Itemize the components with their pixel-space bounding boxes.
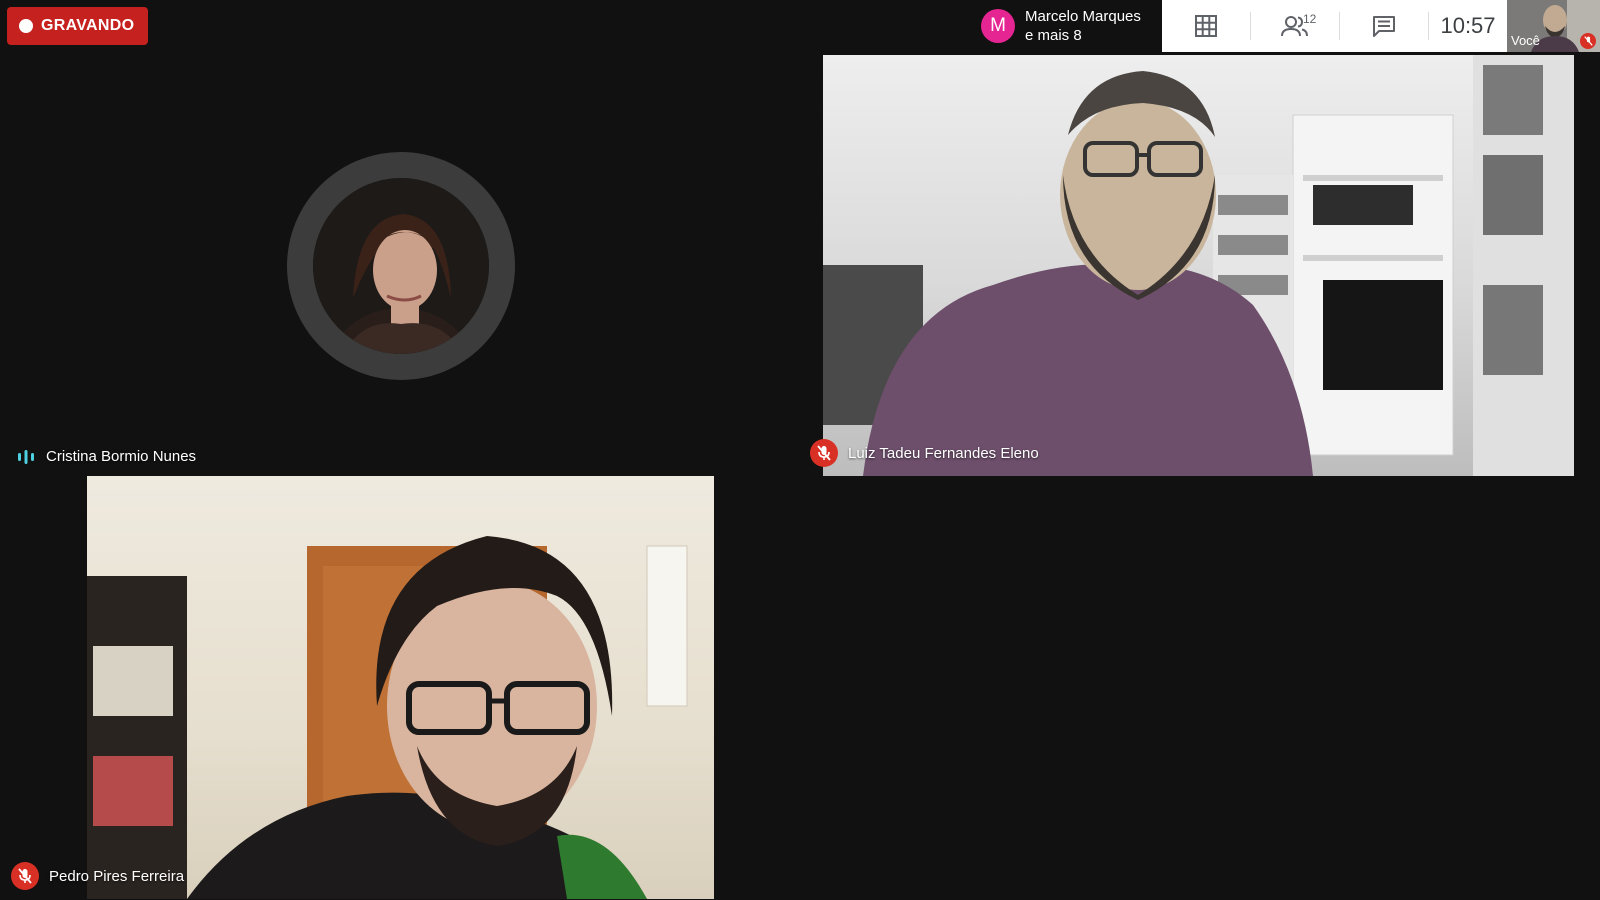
participant-avatar-ring xyxy=(287,152,515,380)
participant-tile-luiz[interactable] xyxy=(823,55,1574,476)
recording-badge: GRAVANDO xyxy=(7,7,149,45)
mic-off-icon xyxy=(810,439,838,467)
recording-label: GRAVANDO xyxy=(41,17,135,34)
participant-video xyxy=(87,536,688,899)
self-view-tile[interactable]: Você xyxy=(1507,0,1600,52)
participant-tile-pedro[interactable] xyxy=(87,476,714,899)
participant-name-label: Cristina Bormio Nunes xyxy=(46,448,197,465)
chat-icon xyxy=(1373,16,1395,37)
mic-off-icon xyxy=(11,862,39,890)
participant-name-pedro: Pedro Pires Ferreira xyxy=(11,862,184,890)
presenter-name: Marcelo Marques xyxy=(1025,8,1141,25)
speaking-indicator-icon xyxy=(18,449,34,464)
presenter-more: e mais 8 xyxy=(1025,27,1082,44)
meeting-clock: 10:57 xyxy=(1440,13,1496,38)
presenter-names: Marcelo Marques e mais 8 xyxy=(1025,7,1141,45)
participant-name-cristina: Cristina Bormio Nunes xyxy=(16,448,196,465)
self-view-label: Você xyxy=(1511,33,1540,48)
participant-name-label: Luiz Tadeu Fernandes Eleno xyxy=(848,444,1039,462)
meeting-toolbar: 12 10:57 xyxy=(1162,0,1507,52)
presenter-chip[interactable]: M Marcelo Marques e mais 8 xyxy=(975,0,1162,52)
participant-video xyxy=(823,55,1574,476)
avatar: M xyxy=(981,9,1015,43)
record-dot-icon xyxy=(19,19,33,33)
participant-name-label: Pedro Pires Ferreira xyxy=(49,867,185,885)
participants-button[interactable]: 12 xyxy=(1251,0,1339,52)
grid-layout-icon xyxy=(1195,15,1217,37)
participant-name-luiz: Luiz Tadeu Fernandes Eleno xyxy=(810,439,1039,467)
participants-count: 12 xyxy=(1303,12,1317,26)
chat-button[interactable] xyxy=(1340,0,1428,52)
mic-off-icon xyxy=(1580,33,1596,49)
layout-button[interactable] xyxy=(1162,0,1250,52)
participant-avatar-photo xyxy=(313,178,489,354)
